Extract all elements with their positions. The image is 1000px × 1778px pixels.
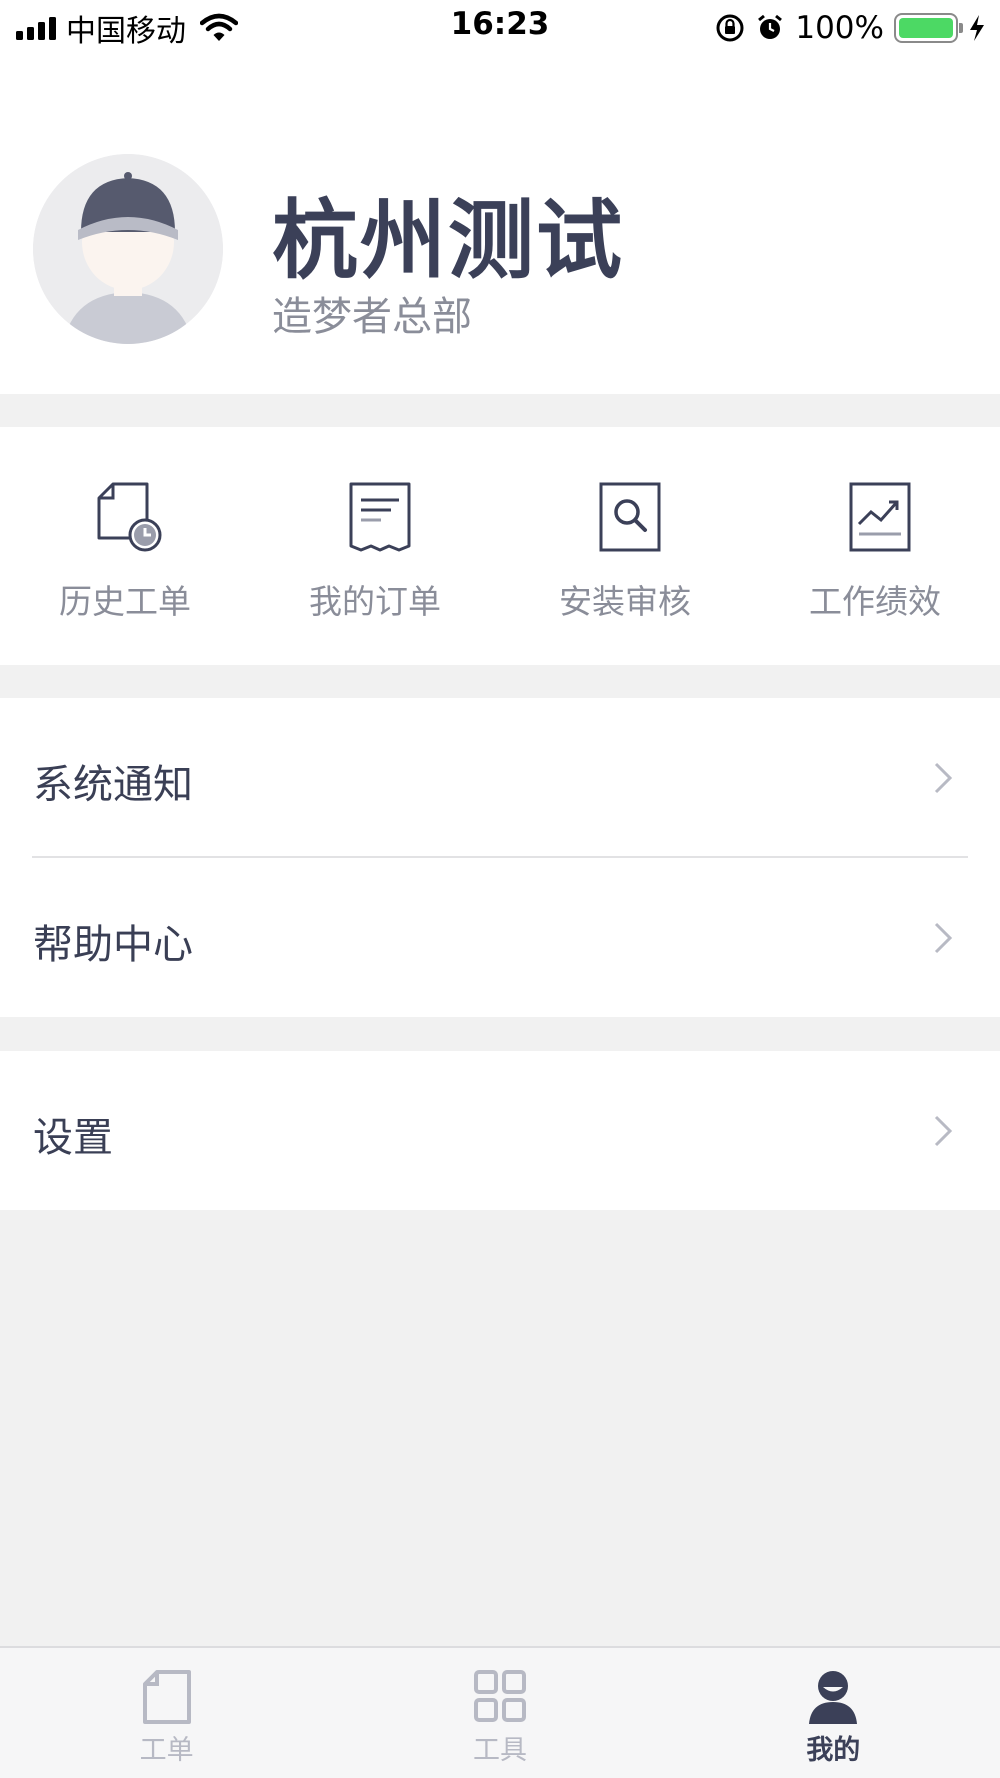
orientation-lock-icon — [716, 14, 744, 42]
user-icon — [809, 1671, 858, 1724]
quick-action-install-review[interactable]: 安装审核 — [500, 427, 750, 665]
status-bar: 中国移动 16:23 100% — [0, 0, 1000, 56]
menu-item-label: 系统通知 — [33, 762, 193, 808]
grid-icon — [473, 1670, 526, 1722]
menu-item-label: 帮助中心 — [33, 922, 193, 968]
menu-item-label: 设置 — [33, 1115, 113, 1161]
quick-action-work-performance[interactable]: 工作绩效 — [750, 427, 1000, 665]
document-icon — [142, 1670, 191, 1724]
document-search-icon — [599, 482, 661, 552]
user-avatar-icon[interactable] — [33, 154, 223, 344]
status-bar-right: 100% — [715, 10, 986, 46]
tab-label: 工单 — [139, 1735, 194, 1766]
quick-action-my-orders[interactable]: 我的订单 — [250, 427, 500, 665]
menu-group-primary: 系统通知 帮助中心 — [0, 698, 1000, 1017]
tab-label: 我的 — [806, 1735, 861, 1766]
user-name: 杭州测试 — [272, 191, 624, 291]
tab-label: 工具 — [472, 1735, 527, 1766]
chevron-right-icon — [934, 1115, 953, 1147]
tab-bar: 工单 工具 我的 — [0, 1646, 1000, 1778]
menu-group-settings: 设置 — [0, 1051, 1000, 1210]
battery-percent: 100% — [795, 10, 884, 46]
quick-action-label: 我的订单 — [309, 582, 441, 621]
chevron-right-icon — [934, 922, 953, 954]
quick-action-label: 安装审核 — [559, 582, 691, 621]
document-clock-icon — [97, 482, 162, 552]
quick-action-label: 工作绩效 — [809, 582, 941, 621]
battery-icon — [894, 13, 963, 43]
profile-header: 杭州测试 造梦者总部 — [0, 56, 1000, 394]
trend-chart-icon — [849, 482, 911, 552]
menu-item-help-center[interactable]: 帮助中心 — [0, 858, 1000, 1017]
receipt-icon — [349, 482, 411, 552]
tab-tools[interactable]: 工具 — [333, 1648, 666, 1778]
menu-item-system-notifications[interactable]: 系统通知 — [0, 698, 1000, 857]
alarm-icon — [758, 14, 783, 39]
quick-action-history-orders[interactable]: 历史工单 — [0, 427, 250, 665]
charging-icon — [970, 15, 984, 41]
avatar-illustration — [33, 154, 223, 344]
quick-actions: 历史工单 我的订单 安装审核 工作绩效 — [0, 427, 1000, 665]
user-organization: 造梦者总部 — [272, 294, 472, 340]
chevron-right-icon — [934, 762, 953, 794]
tab-mine[interactable]: 我的 — [667, 1648, 1000, 1778]
quick-action-label: 历史工单 — [59, 582, 191, 621]
tab-work-orders[interactable]: 工单 — [0, 1648, 333, 1778]
menu-item-settings[interactable]: 设置 — [0, 1051, 1000, 1210]
